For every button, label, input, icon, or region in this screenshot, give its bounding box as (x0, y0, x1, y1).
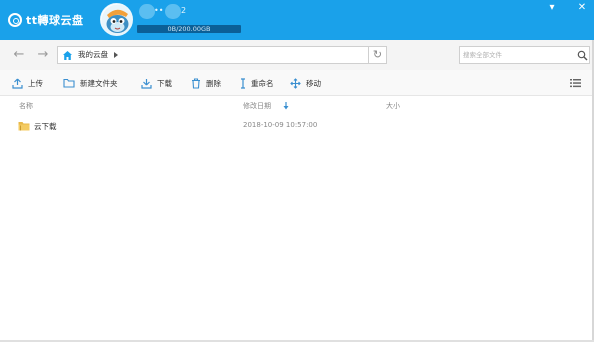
app-title: tt轉球云盘 (26, 14, 84, 27)
username-suffix: 2 (181, 6, 187, 15)
username-text: •• (154, 6, 164, 15)
upload-icon (12, 78, 23, 89)
breadcrumb-chevron-icon[interactable] (114, 52, 118, 58)
column-header-date[interactable]: 修改日期 (243, 101, 271, 111)
breadcrumb[interactable]: 我的云盘 (57, 46, 369, 64)
cartoon-fish-avatar-icon (101, 4, 132, 35)
refresh-icon[interactable]: ↻ (369, 46, 387, 64)
delete-button[interactable]: 删除 (191, 76, 221, 90)
file-name[interactable]: 云下载 (34, 121, 57, 132)
rename-cursor-icon (241, 77, 245, 89)
download-icon (141, 78, 152, 89)
storage-quota-text: 0B/200.00GB (167, 25, 211, 33)
move-label: 移动 (306, 78, 321, 88)
forward-arrow-icon[interactable]: → (36, 48, 50, 62)
file-list: 云下载 2018-10-09 10:57:00 (0, 115, 594, 340)
column-header-row: 名称 修改日期 大小 (0, 97, 594, 115)
search-box[interactable] (459, 46, 590, 64)
rename-label: 重命名 (251, 78, 274, 88)
new-folder-label: 新建文件夹 (80, 78, 118, 88)
cloud-logo-icon (8, 13, 22, 27)
column-header-name[interactable]: 名称 (19, 101, 33, 111)
folder-icon (18, 122, 30, 131)
column-header-size[interactable]: 大小 (386, 101, 400, 111)
move-button[interactable]: 移动 (290, 76, 321, 90)
search-icon[interactable] (577, 50, 588, 61)
home-icon[interactable] (62, 50, 73, 61)
breadcrumb-item-my-cloud[interactable]: 我的云盘 (78, 47, 108, 63)
close-icon[interactable]: ✕ (575, 2, 589, 14)
file-modified-date: 2018-10-09 10:57:00 (243, 121, 318, 129)
rename-button[interactable]: 重命名 (240, 76, 274, 90)
title-bar: tt轉球云盘 •• 2 0B/200.00GB ▾ ✕ (0, 0, 594, 40)
back-arrow-icon[interactable]: ← (12, 48, 26, 62)
storage-quota-bar: 0B/200.00GB (137, 25, 241, 33)
upload-label: 上传 (28, 78, 43, 88)
search-input[interactable] (463, 48, 571, 62)
avatar[interactable] (100, 3, 133, 36)
new-folder-icon (63, 78, 75, 88)
app-logo: tt轉球云盘 (8, 11, 84, 29)
list-view-icon[interactable] (570, 78, 581, 88)
download-label: 下载 (157, 78, 172, 88)
sort-descending-icon[interactable] (283, 102, 289, 110)
list-item[interactable]: 云下载 2018-10-09 10:57:00 (0, 117, 594, 135)
delete-label: 删除 (206, 78, 221, 88)
address-bar-row: ← → 我的云盘 ↻ (0, 40, 594, 70)
trash-icon (192, 77, 200, 89)
new-folder-button[interactable]: 新建文件夹 (63, 76, 118, 90)
minimize-icon[interactable]: ▾ (545, 2, 559, 14)
move-arrows-icon (290, 77, 301, 89)
download-button[interactable]: 下载 (141, 76, 172, 90)
toolbar: 上传 新建文件夹 下载 删除 重命名 移动 (0, 70, 594, 96)
upload-button[interactable]: 上传 (12, 76, 43, 90)
username[interactable]: •• 2 (139, 4, 191, 19)
